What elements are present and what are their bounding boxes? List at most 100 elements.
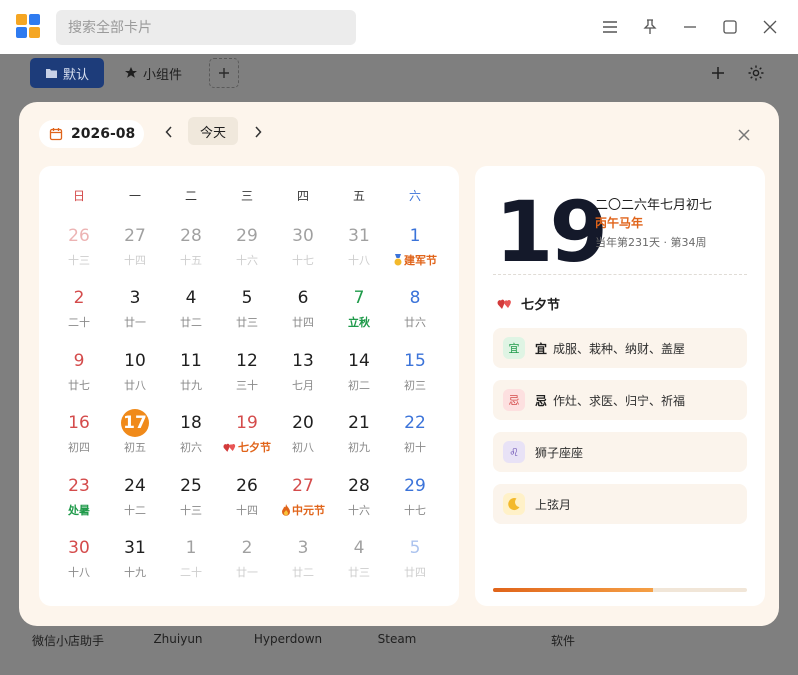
calendar-day[interactable]: 26 十三 — [51, 222, 107, 284]
calendar-day[interactable]: 1 建军节 — [387, 222, 443, 284]
ganzhi-year: 丙午马年 — [595, 216, 644, 230]
weekday-label: 三 — [240, 189, 253, 203]
lunar-label: 廿一 — [219, 564, 275, 580]
lunar-text: 中元节 — [292, 503, 325, 517]
app-label[interactable]: Steam — [378, 632, 417, 646]
lunar-text: 廿三 — [236, 316, 258, 330]
calendar-day[interactable]: 7 立秋 — [331, 284, 387, 346]
calendar-day[interactable]: 1 二十 — [163, 534, 219, 596]
calendar-day[interactable]: 5 廿四 — [387, 534, 443, 596]
calendar-day[interactable]: 16 初四 — [51, 409, 107, 471]
calendar-day[interactable]: 28 十五 — [163, 222, 219, 284]
lunar-text: 处暑 — [68, 503, 90, 517]
title-bar — [0, 0, 798, 54]
calendar-day[interactable]: 3 廿一 — [107, 284, 163, 346]
app-label[interactable]: Hyperdown — [254, 632, 322, 646]
day-number: 27 — [292, 475, 314, 496]
add-card-button[interactable] — [705, 60, 731, 86]
calendar-icon — [49, 128, 63, 141]
calendar-day[interactable]: 4 廿三 — [331, 534, 387, 596]
calendar-day[interactable]: 5 廿三 — [219, 284, 275, 346]
lunar-label: 廿一 — [107, 314, 163, 330]
calendar-day[interactable]: 25 十三 — [163, 472, 219, 534]
month-picker[interactable]: 2026-08 — [39, 120, 144, 148]
calendar-day[interactable]: 13 七月 — [275, 347, 331, 409]
app-label[interactable]: Zhuiyun — [153, 632, 202, 646]
lunar-label: 初三 — [387, 377, 443, 393]
lunar-label: 廿四 — [275, 314, 331, 330]
calendar-day[interactable]: 9 廿七 — [51, 347, 107, 409]
calendar-day[interactable]: 2 二十 — [51, 284, 107, 346]
calendar-day[interactable]: 11 廿九 — [163, 347, 219, 409]
lunar-label: 初四 — [51, 439, 107, 455]
calendar-day[interactable]: 17 初五 — [107, 409, 163, 471]
calendar-day[interactable]: 26 十四 — [219, 472, 275, 534]
calendar-day[interactable]: 20 初八 — [275, 409, 331, 471]
lunar-text: 十三 — [180, 503, 202, 517]
prev-month-button[interactable] — [159, 120, 179, 144]
app-logo-icon — [16, 14, 40, 38]
day-number: 7 — [353, 288, 365, 309]
calendar-day[interactable]: 19 七夕节 — [219, 409, 275, 471]
next-month-button[interactable] — [248, 120, 268, 144]
today-button[interactable]: 今天 — [188, 117, 238, 145]
close-button[interactable] — [735, 126, 753, 144]
calendar-day[interactable]: 27 十四 — [107, 222, 163, 284]
calendar-day[interactable]: 12 三十 — [219, 347, 275, 409]
window-close-icon[interactable] — [758, 15, 782, 39]
calendar-day[interactable]: 18 初六 — [163, 409, 219, 471]
double-heart-icon — [497, 299, 511, 309]
pin-icon[interactable] — [638, 15, 662, 39]
weekday-label: 日 — [72, 189, 85, 203]
calendar-day[interactable]: 31 十八 — [331, 222, 387, 284]
lunar-text: 廿一 — [236, 565, 258, 579]
menu-icon[interactable] — [598, 15, 622, 39]
calendar-day[interactable]: 4 廿二 — [163, 284, 219, 346]
day-number: 10 — [124, 350, 146, 371]
lunar-label: 初九 — [331, 439, 387, 455]
settings-button[interactable] — [743, 60, 769, 86]
calendar-day[interactable]: 6 廿四 — [275, 284, 331, 346]
app-label[interactable]: 微信小店助手 — [32, 632, 104, 649]
calendar-day[interactable]: 3 廿二 — [275, 534, 331, 596]
lunar-text: 十三 — [68, 254, 90, 267]
calendar-day[interactable]: 14 初二 — [331, 347, 387, 409]
calendar-day[interactable]: 2 廿一 — [219, 534, 275, 596]
yi-text: 成服、栽种、纳财、盖屋 — [553, 341, 686, 356]
calendar-day[interactable]: 30 十七 — [275, 222, 331, 284]
tab-widgets[interactable]: 小组件 — [116, 58, 190, 88]
year-progress-fill — [493, 588, 654, 592]
calendar-day[interactable]: 22 初十 — [387, 409, 443, 471]
minimize-icon[interactable] — [678, 15, 702, 39]
day-number: 28 — [180, 226, 202, 246]
app-label[interactable]: 软件 — [551, 632, 575, 649]
search-input[interactable] — [56, 10, 356, 45]
calendar-day[interactable]: 23 处暑 — [51, 472, 107, 534]
calendar-day[interactable]: 24 十二 — [107, 472, 163, 534]
fire-icon — [282, 503, 290, 516]
calendar-day[interactable]: 27 中元节 — [275, 472, 331, 534]
calendar-day[interactable]: 10 廿八 — [107, 347, 163, 409]
lunar-date: 二〇二六年七月初七 — [595, 198, 713, 213]
lunar-label: 十二 — [107, 502, 163, 518]
calendar-day[interactable]: 29 十七 — [387, 472, 443, 534]
calendar-day[interactable]: 8 廿六 — [387, 284, 443, 346]
calendar-day[interactable]: 21 初九 — [331, 409, 387, 471]
add-tab-button[interactable] — [209, 58, 239, 88]
festival-name: 七夕节 — [521, 298, 561, 313]
maximize-icon[interactable] — [718, 15, 742, 39]
day-number: 27 — [124, 226, 146, 246]
tab-widgets-label: 小组件 — [143, 67, 183, 83]
lunar-text: 初二 — [348, 378, 370, 392]
lunar-text: 十二 — [124, 503, 146, 517]
calendar-day[interactable]: 30 十八 — [51, 534, 107, 596]
day-number: 16 — [68, 413, 90, 434]
day-number: 31 — [124, 537, 146, 558]
calendar-day[interactable]: 31 十九 — [107, 534, 163, 596]
lunar-label: 处暑 — [51, 502, 107, 518]
lunar-text: 十七 — [292, 254, 314, 267]
calendar-day[interactable]: 29 十六 — [219, 222, 275, 284]
calendar-day[interactable]: 28 十六 — [331, 472, 387, 534]
calendar-day[interactable]: 15 初三 — [387, 347, 443, 409]
tab-default[interactable]: 默认 — [30, 58, 104, 88]
